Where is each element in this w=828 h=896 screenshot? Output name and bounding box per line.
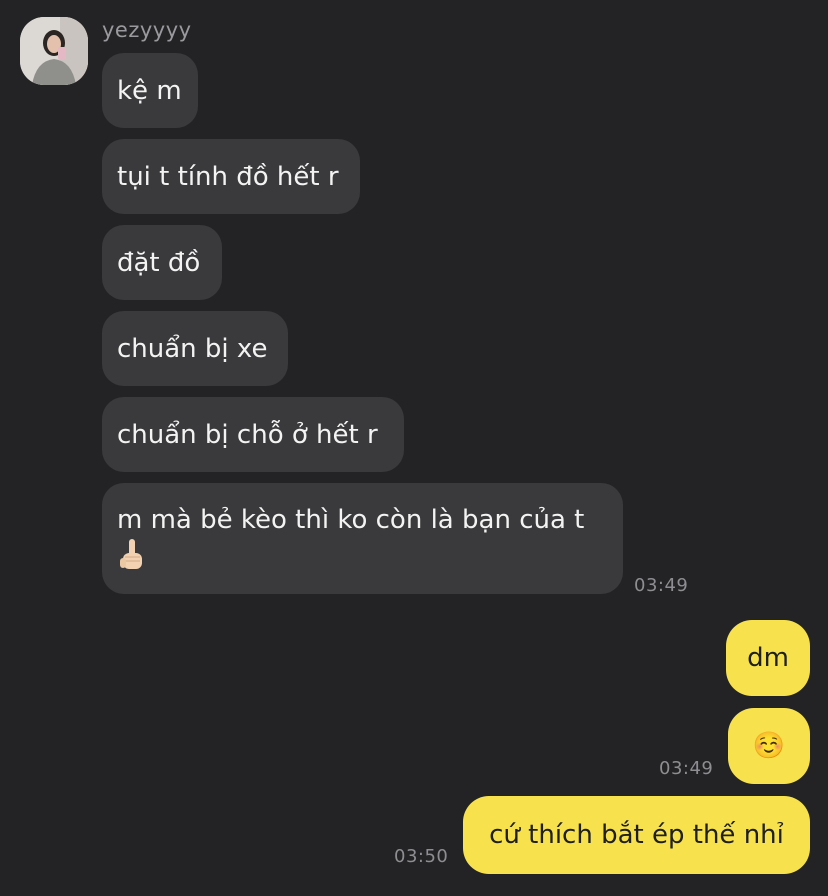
message-text: kệ m	[117, 75, 182, 106]
incoming-message[interactable]: chuẩn bị chỗ ở hết r	[102, 397, 404, 472]
sender-avatar[interactable]	[20, 17, 88, 85]
incoming-message[interactable]: tụi t tính đồ hết r	[102, 139, 360, 214]
outgoing-message[interactable]: ☺️	[728, 708, 810, 784]
middle-finger-emoji-icon	[117, 536, 147, 576]
message-text: tụi t tính đồ hết r	[117, 161, 339, 192]
message-text: chuẩn bị chỗ ở hết r	[117, 419, 378, 450]
message-timestamp: 03:49	[659, 758, 714, 779]
message-text: chuẩn bị xe	[117, 333, 268, 364]
sender-name: yezyyyy	[102, 18, 192, 42]
message-timestamp: 03:50	[394, 846, 449, 867]
outgoing-message[interactable]: dm	[726, 620, 810, 696]
incoming-message[interactable]: kệ m	[102, 53, 198, 128]
outgoing-message[interactable]: cứ thích bắt ép thế nhỉ	[463, 796, 810, 874]
message-text: dm	[747, 643, 789, 673]
message-timestamp: 03:49	[634, 575, 689, 596]
message-text: đặt đồ	[117, 247, 201, 278]
incoming-message[interactable]: m mà bẻ kèo thì ko còn là bạn của t	[102, 483, 623, 594]
message-text: m mà bẻ kèo thì ko còn là bạn của t	[117, 505, 585, 535]
incoming-message[interactable]: chuẩn bị xe	[102, 311, 288, 386]
message-text: cứ thích bắt ép thế nhỉ	[489, 820, 784, 850]
avatar-photo-icon	[20, 17, 88, 85]
incoming-message[interactable]: đặt đồ	[102, 225, 222, 300]
smiling-face-emoji-icon: ☺️	[752, 731, 786, 761]
